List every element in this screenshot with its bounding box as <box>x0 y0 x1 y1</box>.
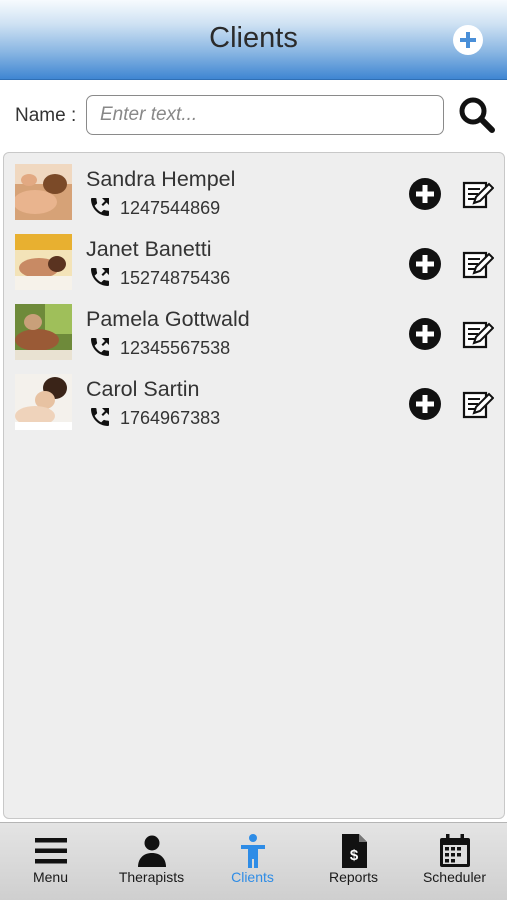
page-title: Clients <box>209 22 298 54</box>
client-row[interactable]: Janet Banetti 15274875436 <box>4 223 504 293</box>
client-name: Sandra Hempel <box>86 167 236 191</box>
nav-clients[interactable]: Clients <box>202 823 303 900</box>
client-avatar <box>15 164 72 220</box>
phone-icon <box>91 268 109 286</box>
client-icon <box>240 834 265 868</box>
nav-label: Therapists <box>118 869 185 885</box>
search-row: Name : <box>0 80 507 150</box>
client-phone: 1247544869 <box>120 198 221 218</box>
client-row[interactable]: Carol Sartin 1764967383 <box>4 363 504 433</box>
client-avatar <box>15 234 72 290</box>
nav-menu[interactable]: Menu <box>0 823 101 900</box>
client-row[interactable]: Pamela Gottwald 12345567538 <box>4 293 504 363</box>
search-icon[interactable] <box>458 96 496 134</box>
client-list: Sandra Hempel 1247544869 Janet Banetti 1… <box>3 152 505 819</box>
client-phone: 12345567538 <box>120 338 231 358</box>
add-circle-icon[interactable] <box>409 388 441 420</box>
header-bar: Clients <box>0 0 507 80</box>
client-avatar <box>15 374 72 430</box>
nav-reports[interactable]: $ Reports <box>303 823 404 900</box>
nav-therapists[interactable]: Therapists <box>101 823 202 900</box>
edit-note-icon[interactable] <box>460 317 494 351</box>
phone-icon <box>91 338 109 356</box>
svg-text:$: $ <box>349 847 358 864</box>
add-circle-icon[interactable] <box>409 178 441 210</box>
client-avatar <box>15 304 72 360</box>
phone-icon <box>91 408 109 426</box>
add-circle-icon[interactable] <box>409 248 441 280</box>
search-input[interactable] <box>86 95 444 135</box>
nav-label: Clients <box>231 869 274 885</box>
calendar-icon <box>439 834 470 867</box>
plus-circle-icon[interactable] <box>453 25 483 55</box>
add-circle-icon[interactable] <box>409 318 441 350</box>
client-name: Pamela Gottwald <box>86 307 250 331</box>
edit-note-icon[interactable] <box>460 177 494 211</box>
nav-scheduler[interactable]: Scheduler <box>404 823 505 900</box>
phone-icon <box>91 198 109 216</box>
nav-label: Menu <box>32 869 69 885</box>
bottom-nav: Menu Therapists Clients $ Reports Schedu… <box>0 822 507 900</box>
client-phone: 1764967383 <box>120 408 221 428</box>
client-name: Carol Sartin <box>86 377 200 401</box>
person-icon <box>137 835 166 867</box>
nav-label: Reports <box>328 869 379 885</box>
edit-note-icon[interactable] <box>460 247 494 281</box>
report-icon: $ <box>341 834 367 868</box>
client-name: Janet Banetti <box>86 237 212 261</box>
nav-label: Scheduler <box>422 869 487 885</box>
client-row[interactable]: Sandra Hempel 1247544869 <box>4 153 504 223</box>
menu-icon <box>34 838 67 864</box>
name-label: Name : <box>15 105 77 126</box>
edit-note-icon[interactable] <box>460 387 494 421</box>
client-phone: 15274875436 <box>120 268 231 288</box>
